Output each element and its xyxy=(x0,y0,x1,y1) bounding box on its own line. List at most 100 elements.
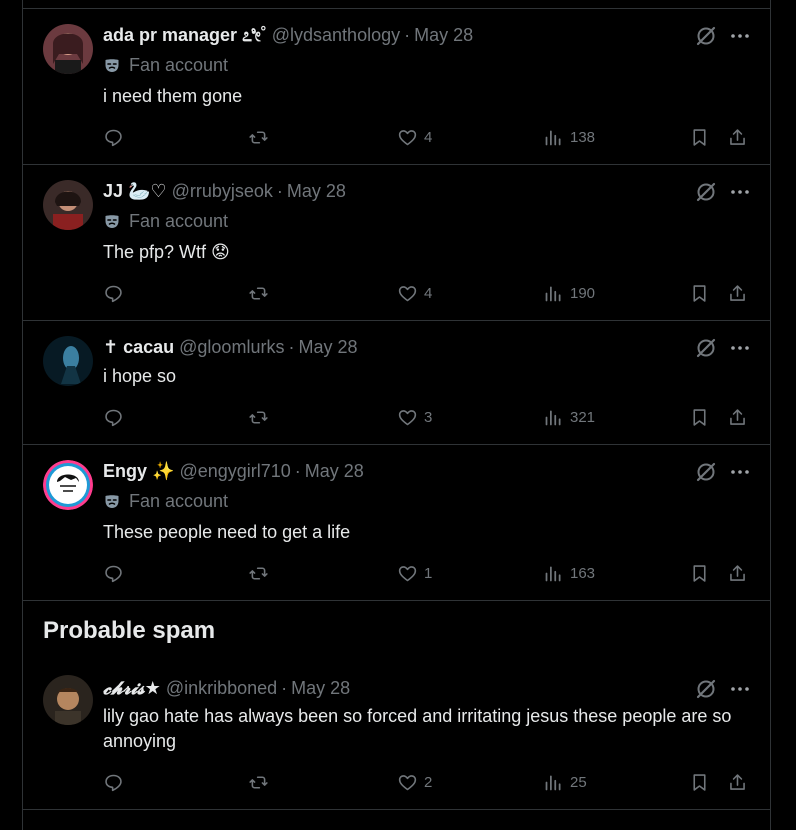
fan-account-badge: Fan account xyxy=(103,490,228,512)
more-icon[interactable] xyxy=(728,678,750,700)
bookmark-button[interactable] xyxy=(689,407,710,428)
reply-icon xyxy=(105,129,122,146)
reply-button[interactable] xyxy=(103,772,124,793)
views-button[interactable]: 25 xyxy=(543,772,587,793)
separator-dot: · xyxy=(404,25,411,45)
repost-button[interactable] xyxy=(248,283,269,304)
reply-button[interactable] xyxy=(103,127,124,148)
handle[interactable]: @inkribboned xyxy=(166,678,277,698)
timestamp[interactable]: May 28 xyxy=(291,678,350,698)
repost-button[interactable] xyxy=(248,407,269,428)
view-count: 138 xyxy=(570,128,596,146)
display-name[interactable]: 𝓬𝓱𝓻𝓲𝓼★ xyxy=(103,678,161,698)
tweet-text: These people need to get a life xyxy=(103,522,351,542)
action-bar: 2 25 xyxy=(103,770,750,794)
reply-button[interactable] xyxy=(103,407,124,428)
bookmark-button[interactable] xyxy=(689,563,710,584)
repost-button[interactable] xyxy=(248,772,269,793)
avatar[interactable] xyxy=(43,180,93,230)
views-button[interactable]: 138 xyxy=(543,127,595,148)
reply-icon xyxy=(105,774,122,791)
share-icon xyxy=(730,408,745,425)
reply-button[interactable] xyxy=(103,563,124,584)
share-button[interactable] xyxy=(727,563,748,584)
more-icon[interactable] xyxy=(728,461,750,483)
more-icon[interactable] xyxy=(728,181,750,203)
share-button[interactable] xyxy=(727,127,748,148)
avatar[interactable] xyxy=(43,24,93,74)
timestamp[interactable]: May 28 xyxy=(414,25,473,45)
repost-button[interactable] xyxy=(248,127,269,148)
bookmark-button[interactable] xyxy=(689,772,710,793)
display-name[interactable]: ada pr manager ೭ೀ˚ xyxy=(103,25,267,45)
views-button[interactable]: 163 xyxy=(543,563,595,584)
tweet-header: Engy ✨ @engygirl710 · May 28 xyxy=(103,460,750,482)
views-button[interactable]: 321 xyxy=(543,407,595,428)
handle[interactable]: @rrubyjseok xyxy=(172,181,273,201)
slashed-circle-icon[interactable] xyxy=(694,181,716,203)
reply-button[interactable] xyxy=(103,283,124,304)
view-count: 190 xyxy=(570,284,596,302)
timestamp[interactable]: May 28 xyxy=(298,337,357,357)
heart-icon xyxy=(398,565,417,581)
avatar[interactable] xyxy=(43,460,93,510)
view-count: 321 xyxy=(570,408,596,426)
tweet-text: i need them gone xyxy=(103,86,243,106)
like-button[interactable]: 4 xyxy=(397,127,432,148)
share-button[interactable] xyxy=(727,407,748,428)
timestamp[interactable]: May 28 xyxy=(305,461,364,481)
handle[interactable]: @gloomlurks xyxy=(179,337,284,357)
display-name[interactable]: Engy ✨ xyxy=(103,461,174,481)
slashed-circle-icon[interactable] xyxy=(694,25,716,47)
heart-icon xyxy=(398,285,417,301)
handle[interactable]: @lydsanthology xyxy=(272,25,400,45)
like-button[interactable]: 1 xyxy=(397,563,432,584)
reply-tweet[interactable]: Engy ✨ @engygirl710 · May 28 Fan account T… xyxy=(23,445,770,601)
bookmark-button[interactable] xyxy=(689,127,710,148)
views-button[interactable]: 190 xyxy=(543,283,595,304)
like-button[interactable]: 3 xyxy=(397,407,432,428)
repost-button[interactable] xyxy=(248,563,269,584)
like-count: 2 xyxy=(424,773,433,791)
slashed-circle-icon[interactable] xyxy=(694,337,716,359)
more-icon[interactable] xyxy=(728,337,750,359)
reply-tweet[interactable]: ✝ cacau @gloomlurks · May 28 i hope so 3 3… xyxy=(23,321,770,445)
bookmark-button[interactable] xyxy=(689,283,710,304)
fan-account-badge: Fan account xyxy=(103,210,228,232)
badge-label: Fan account xyxy=(129,491,229,511)
heart-icon xyxy=(398,129,417,145)
like-count: 4 xyxy=(424,284,433,302)
handle[interactable]: @engygirl710 xyxy=(179,461,290,481)
badge-label: Fan account xyxy=(129,55,229,75)
bookmark-icon xyxy=(693,773,706,791)
share-button[interactable] xyxy=(727,772,748,793)
display-name[interactable]: ✝ cacau xyxy=(103,337,174,357)
heart-icon xyxy=(398,774,417,790)
avatar[interactable] xyxy=(43,336,93,386)
action-bar: 4 190 xyxy=(103,281,750,305)
display-name[interactable]: JJ 🦢♡ xyxy=(103,181,167,201)
slashed-circle-icon[interactable] xyxy=(694,461,716,483)
slashed-circle-icon[interactable] xyxy=(694,678,716,700)
action-bar: 1 163 xyxy=(103,561,750,585)
timestamp[interactable]: May 28 xyxy=(287,181,346,201)
bookmark-icon xyxy=(693,128,706,146)
reply-tweet[interactable]: 𝓬𝓱𝓻𝓲𝓼★ @inkribboned · May 28 lily gao hate… xyxy=(23,660,770,810)
bookmark-icon xyxy=(693,408,706,426)
share-button[interactable] xyxy=(727,283,748,304)
like-count: 3 xyxy=(424,408,433,426)
like-button[interactable]: 2 xyxy=(397,772,432,793)
share-icon xyxy=(730,773,745,790)
avatar[interactable] xyxy=(43,675,93,725)
action-bar: 3 321 xyxy=(103,405,750,429)
reply-tweet[interactable]: JJ 🦢♡ @rrubyjseok · May 28 Fan account The… xyxy=(23,165,770,321)
repost-icon xyxy=(249,410,268,424)
mask-icon xyxy=(104,58,120,73)
views-icon xyxy=(545,566,561,581)
repost-icon xyxy=(249,130,268,144)
reply-tweet[interactable]: ada pr manager ೭ೀ˚ @lydsanthology · May 28… xyxy=(23,9,770,165)
bookmark-icon xyxy=(693,284,706,302)
tweet-text: i hope so xyxy=(103,366,177,386)
like-button[interactable]: 4 xyxy=(397,283,432,304)
more-icon[interactable] xyxy=(728,25,750,47)
